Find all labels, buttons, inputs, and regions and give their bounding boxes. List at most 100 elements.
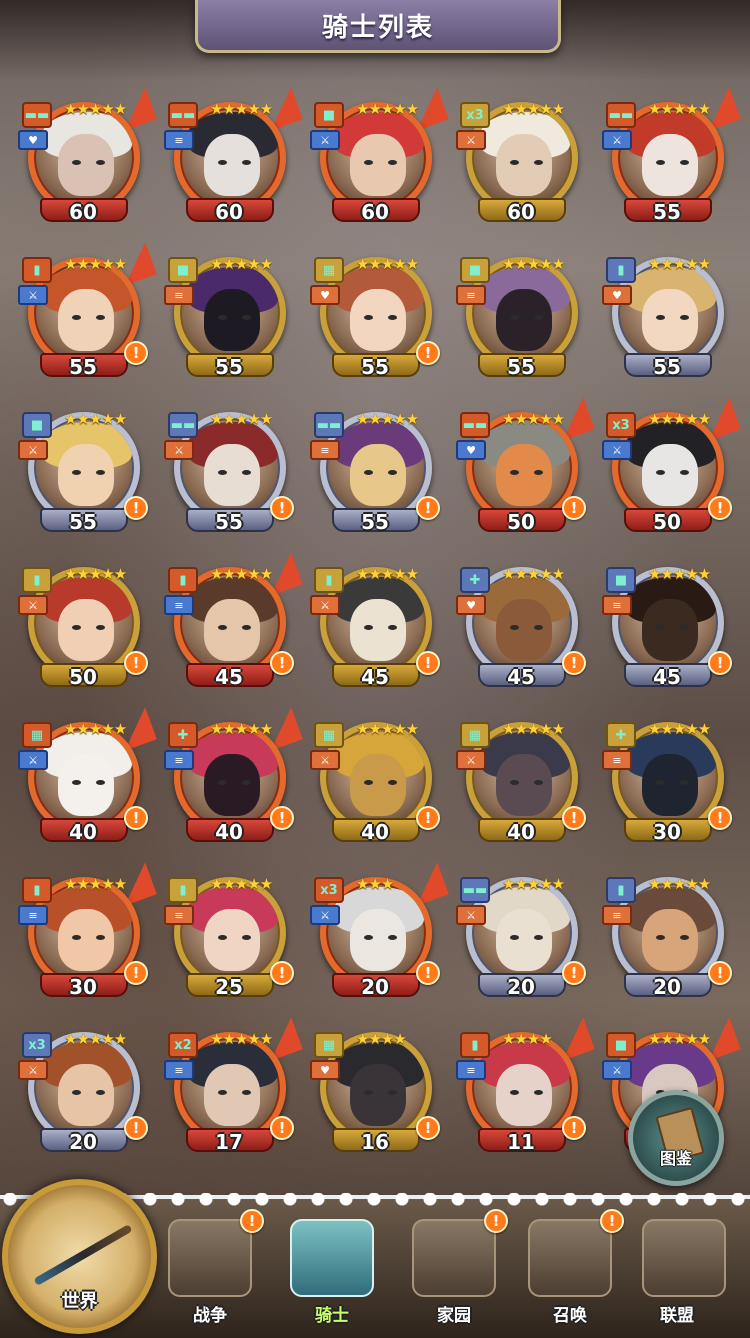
star-rating: ★★★★★ <box>648 720 711 738</box>
portrait-eye <box>72 780 81 785</box>
knight-card[interactable]: ★★★★★ ▬▬ ≡ 60 <box>164 87 303 232</box>
portrait-eye <box>218 470 227 475</box>
class-badge-icon: ■ <box>314 102 344 128</box>
portrait-eye <box>364 470 373 475</box>
knight-card[interactable]: ★★★★★ ▬▬ ⚔ 55 ! <box>164 402 298 542</box>
knight-card[interactable]: ★★★★★ ■ ⚔ 60 <box>310 87 449 232</box>
portrait-face <box>58 134 114 196</box>
nav-item[interactable]: 召唤 ! <box>510 1209 630 1334</box>
knight-card[interactable]: ★★★★★ ▬▬ ♥ 50 ! <box>456 397 595 542</box>
knight-card[interactable]: ★★★★★ ■ ≡ 55 <box>456 247 590 387</box>
role-badge-icon: ≡ <box>602 595 632 615</box>
nav-item-label: 骑士 <box>315 1306 349 1326</box>
portrait-eye <box>96 160 105 165</box>
portrait-face <box>642 289 698 351</box>
knight-level: 60 <box>361 200 389 224</box>
nav-item[interactable]: 骑士 <box>272 1209 392 1334</box>
knight-card[interactable]: ★★★★★ x3 ⚔ 50 ! <box>602 397 741 542</box>
role-badge-icon: ♥ <box>456 595 486 615</box>
portrait-face <box>642 134 698 196</box>
knight-card[interactable]: ★★★★★ ▮ ⚔ 55 ! <box>18 242 157 387</box>
knight-card[interactable]: ★★★★★ ▮ ≡ 25 ! <box>164 867 298 1007</box>
knight-level: 60 <box>507 200 535 224</box>
role-badge-icon: ♥ <box>602 285 632 305</box>
class-badge-icon: ▮ <box>168 567 198 593</box>
role-badge-icon: ⚔ <box>310 750 340 770</box>
knight-card[interactable]: ★★★★★ ▮ ≡ 45 ! <box>164 552 303 697</box>
knight-card[interactable]: ★★★★ ▮ ≡ 11 ! <box>456 1017 595 1162</box>
alert-badge-icon: ! <box>708 806 732 830</box>
role-badge-icon: ≡ <box>602 750 632 770</box>
star-rating: ★★★★★ <box>648 565 711 583</box>
portrait-eye <box>510 780 519 785</box>
knight-card[interactable]: ★★★★★ ▬▬ ⚔ 55 <box>602 87 741 232</box>
star-rating: ★★★★★ <box>210 565 273 583</box>
nav-item[interactable]: 家园 ! <box>394 1209 514 1334</box>
knight-card[interactable]: ★★★★★ ▦ ♥ 55 ! <box>310 247 444 387</box>
portrait-face <box>204 909 260 971</box>
knight-card[interactable]: ★★★★★ x2 ≡ 17 ! <box>164 1017 303 1162</box>
nav-item[interactable]: 联盟 <box>624 1209 730 1334</box>
class-badge-icon: x3 <box>460 102 490 128</box>
knight-card[interactable]: ★★★★★ ✚ ≡ 30 ! <box>602 712 736 852</box>
knight-card[interactable]: ★★★★★ ■ ≡ 55 <box>164 247 298 387</box>
star-rating: ★★★★ <box>356 1030 407 1048</box>
portrait-eye <box>656 160 665 165</box>
portrait-eye <box>218 780 227 785</box>
portrait-eye <box>534 625 543 630</box>
star-rating: ★★★★★ <box>64 255 127 273</box>
knight-card[interactable]: ★★★★★ ▬▬ ♥ 60 <box>18 87 157 232</box>
role-badge-icon: ≡ <box>164 285 194 305</box>
portrait-face <box>350 444 406 506</box>
role-badge-icon: ⚔ <box>456 130 486 150</box>
knight-level: 55 <box>653 355 681 379</box>
role-badge-icon: ⚔ <box>602 130 632 150</box>
knight-card[interactable]: ★★★★★ ▮ ≡ 30 ! <box>18 862 157 1007</box>
nav-item[interactable]: 战争 ! <box>150 1209 270 1334</box>
knight-card[interactable]: ★★★★★ ▮ ⚔ 50 ! <box>18 557 152 697</box>
role-badge-icon: ⚔ <box>310 595 340 615</box>
portrait-eye <box>218 1090 227 1095</box>
knight-card[interactable]: ★★★★★ ▮ ≡ 20 ! <box>602 867 736 1007</box>
class-badge-icon: ▮ <box>22 257 52 283</box>
knight-card[interactable]: ★★★ x3 ⚔ 20 ! <box>310 862 449 1007</box>
portrait-eye <box>388 1090 397 1095</box>
star-rating: ★★★★★ <box>64 565 127 583</box>
role-badge-icon: ♥ <box>310 1060 340 1080</box>
knight-card[interactable]: ★★★★★ ■ ≡ 45 ! <box>602 557 736 697</box>
knight-card[interactable]: ★★★★★ x3 ⚔ 60 <box>456 92 590 232</box>
knight-card[interactable]: ★★★★★ ■ ⚔ 55 ! <box>18 402 152 542</box>
knight-card[interactable]: ★★★★★ x3 ⚔ 20 ! <box>18 1022 152 1162</box>
portrait-eye <box>510 625 519 630</box>
role-badge-icon: ⚔ <box>456 905 486 925</box>
knight-card[interactable]: ★★★★★ ▦ ⚔ 40 ! <box>310 712 444 852</box>
class-badge-icon: ▬▬ <box>168 412 198 438</box>
knight-card[interactable]: ★★★★★ ✚ ≡ 40 ! <box>164 707 303 852</box>
alert-badge-icon: ! <box>124 651 148 675</box>
class-badge-icon: ■ <box>606 567 636 593</box>
knight-card[interactable]: ★★★★★ ✚ ♥ 45 ! <box>456 557 590 697</box>
knight-card[interactable]: ★★★★★ ▮ ♥ 55 <box>602 247 736 387</box>
class-badge-icon: ■ <box>22 412 52 438</box>
class-badge-icon: ▦ <box>460 722 490 748</box>
codex-button[interactable]: 图鉴 <box>628 1090 724 1186</box>
portrait-face <box>642 599 698 661</box>
world-button[interactable]: 世界 <box>2 1179 157 1334</box>
portrait-eye <box>96 625 105 630</box>
knight-card[interactable]: ★★★★★ ▦ ⚔ 40 ! <box>18 707 157 852</box>
class-badge-icon: ▬▬ <box>460 412 490 438</box>
world-label: 世界 <box>61 1291 98 1312</box>
class-badge-icon: ▮ <box>460 1032 490 1058</box>
portrait-face <box>204 289 260 351</box>
portrait-eye <box>656 315 665 320</box>
knight-card[interactable]: ★★★★★ ▬▬ ≡ 55 ! <box>310 402 444 542</box>
portrait-face <box>496 909 552 971</box>
portrait-eye <box>242 625 251 630</box>
knight-card[interactable]: ★★★★★ ▬▬ ⚔ 20 ! <box>456 867 590 1007</box>
knight-card[interactable]: ★★★★ ▦ ♥ 16 ! <box>310 1022 444 1162</box>
knight-level: 55 <box>653 200 681 224</box>
role-badge-icon: ⚔ <box>18 1060 48 1080</box>
portrait-face <box>642 444 698 506</box>
knight-card[interactable]: ★★★★★ ▮ ⚔ 45 ! <box>310 557 444 697</box>
knight-card[interactable]: ★★★★★ ▦ ⚔ 40 ! <box>456 712 590 852</box>
